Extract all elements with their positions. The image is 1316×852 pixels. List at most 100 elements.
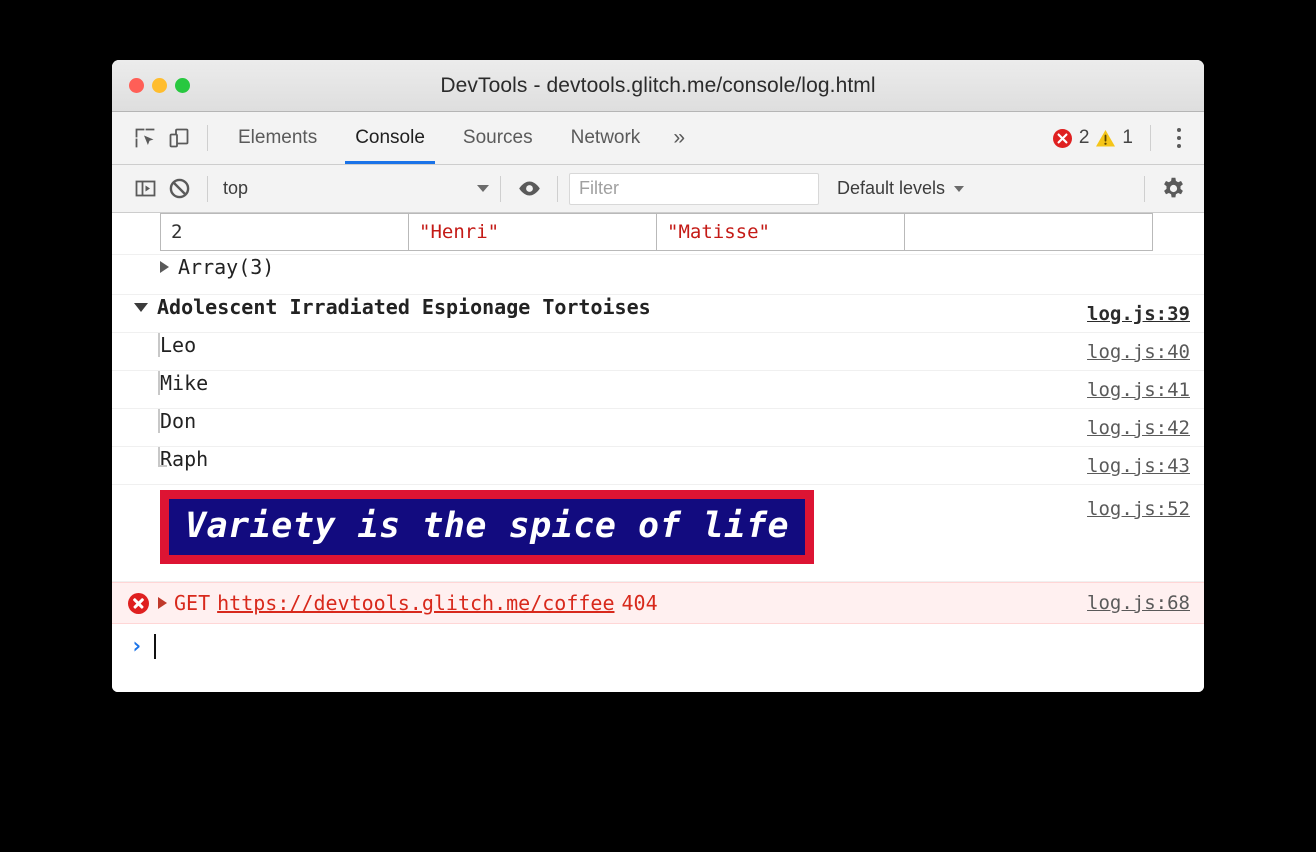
table-row[interactable]: 2 "Henri" "Matisse" [161, 214, 1153, 251]
devtools-window: DevTools - devtools.glitch.me/console/lo… [112, 60, 1204, 692]
close-window-button[interactable] [129, 78, 144, 93]
console-table-wrap: 2 "Henri" "Matisse" [112, 213, 1190, 251]
array-content: Array(3) [112, 255, 1170, 279]
table-cell-1: "Matisse" [657, 214, 905, 251]
styled-banner-text: Variety is the spice of life [160, 490, 814, 564]
source-link[interactable] [1170, 255, 1190, 263]
group-header-label: Adolescent Irradiated Espionage Tortoise… [157, 295, 651, 319]
source-link[interactable]: log.js:41 [1067, 371, 1190, 401]
group-item-content: Raph [112, 447, 1067, 471]
clear-console-icon[interactable] [162, 172, 196, 206]
table-cell-0: "Henri" [409, 214, 657, 251]
group-item-label: Mike [160, 371, 208, 395]
error-counter[interactable]: 2 [1052, 127, 1090, 149]
console-message-list[interactable]: 2 "Henri" "Matisse" Array(3) Adolescent … [112, 213, 1204, 692]
group-header-content: Adolescent Irradiated Espionage Tortoise… [112, 295, 1067, 319]
error-content: GET https://devtools.glitch.me/coffee 40… [174, 591, 1067, 615]
inspect-element-icon[interactable] [128, 121, 162, 155]
warning-counter[interactable]: 1 [1095, 127, 1133, 149]
more-tabs-label: » [673, 126, 685, 150]
table-cell-2 [905, 214, 1153, 251]
error-circle-icon [1052, 128, 1073, 149]
tab-sources[interactable]: Sources [444, 112, 552, 164]
chevron-down-icon [954, 186, 964, 192]
device-toolbar-icon[interactable] [162, 121, 196, 155]
filter-input[interactable] [569, 173, 819, 205]
console-prompt-row[interactable]: › [112, 624, 1204, 668]
live-expression-eye-icon[interactable] [512, 172, 546, 206]
error-status: 404 [621, 591, 657, 615]
console-group-item[interactable]: Leo log.js:40 [112, 333, 1204, 371]
group-item-content: Mike [112, 371, 1067, 395]
toolbar-divider [207, 125, 208, 151]
group-indent-guide [158, 371, 160, 395]
error-count: 2 [1079, 127, 1090, 149]
error-method: GET [174, 591, 210, 615]
window-titlebar: DevTools - devtools.glitch.me/console/lo… [112, 60, 1204, 112]
warning-count: 1 [1122, 127, 1133, 149]
console-group-item[interactable]: Raph log.js:43 [112, 447, 1204, 485]
tab-elements-label: Elements [238, 127, 317, 149]
expand-arrow-icon[interactable] [160, 261, 169, 273]
filterbar-divider-3 [557, 176, 558, 202]
tab-network-label: Network [571, 127, 641, 149]
chevron-down-icon [477, 185, 489, 192]
console-sidebar-icon[interactable] [128, 172, 162, 206]
tab-console-label: Console [355, 127, 425, 149]
panel-tabs: Elements Console Sources Network » [219, 112, 699, 164]
maximize-window-button[interactable] [175, 78, 190, 93]
console-group-header[interactable]: Adolescent Irradiated Espionage Tortoise… [112, 295, 1204, 333]
console-error-message[interactable]: GET https://devtools.glitch.me/coffee 40… [112, 582, 1204, 624]
banner-content: Variety is the spice of life [112, 490, 1067, 564]
window-title: DevTools - devtools.glitch.me/console/lo… [112, 60, 1204, 111]
error-icon [128, 593, 149, 614]
filterbar-divider-4 [1144, 176, 1145, 202]
source-link[interactable]: log.js:68 [1067, 592, 1190, 614]
source-link[interactable]: log.js:43 [1067, 447, 1190, 477]
source-link[interactable]: log.js:39 [1067, 295, 1190, 325]
warning-triangle-icon [1095, 128, 1116, 149]
error-url[interactable]: https://devtools.glitch.me/coffee [217, 591, 614, 615]
console-filter-toolbar: top Default levels [112, 165, 1204, 213]
console-group-item[interactable]: Don log.js:42 [112, 409, 1204, 447]
group-indent-guide [158, 333, 160, 357]
counter-divider [1150, 125, 1151, 151]
array-label: Array(3) [178, 255, 274, 279]
log-level-selector[interactable]: Default levels [837, 178, 964, 199]
console-styled-message[interactable]: Variety is the spice of life log.js:52 [112, 485, 1204, 582]
group-item-label: Leo [160, 333, 196, 357]
group-item-label: Don [160, 409, 196, 433]
group-item-content: Don [112, 409, 1067, 433]
console-table-message: 2 "Henri" "Matisse" [112, 213, 1204, 255]
console-group-item[interactable]: Mike log.js:41 [112, 371, 1204, 409]
source-link[interactable]: log.js:40 [1067, 333, 1190, 363]
issue-counters: 2 1 [1052, 125, 1190, 151]
table-cell-index: 2 [161, 214, 409, 251]
collapse-arrow-icon[interactable] [134, 303, 148, 312]
tab-elements[interactable]: Elements [219, 112, 336, 164]
group-indent-guide [158, 447, 160, 467]
tab-network[interactable]: Network [552, 112, 660, 164]
devtools-tabbar: Elements Console Sources Network » 2 [112, 112, 1204, 165]
prompt-chevron-icon: › [130, 634, 143, 659]
more-tabs-button[interactable]: » [659, 112, 699, 164]
expand-arrow-icon[interactable] [158, 597, 167, 609]
console-array-message[interactable]: Array(3) [112, 255, 1204, 295]
group-indent-guide [158, 409, 160, 433]
group-item-content: Leo [112, 333, 1067, 357]
tab-console[interactable]: Console [336, 112, 444, 164]
execution-context-selector[interactable]: top [219, 178, 489, 199]
log-level-label: Default levels [837, 178, 945, 199]
filterbar-divider-1 [207, 176, 208, 202]
source-link[interactable]: log.js:52 [1067, 490, 1190, 520]
filterbar-divider-2 [500, 176, 501, 202]
traffic-lights [112, 78, 190, 93]
group-item-label: Raph [160, 447, 208, 471]
tab-sources-label: Sources [463, 127, 533, 149]
minimize-window-button[interactable] [152, 78, 167, 93]
source-link[interactable]: log.js:42 [1067, 409, 1190, 439]
console-table: 2 "Henri" "Matisse" [160, 213, 1153, 251]
kebab-menu-icon[interactable] [1168, 128, 1190, 148]
execution-context-label: top [223, 178, 477, 199]
gear-icon[interactable] [1156, 172, 1190, 206]
